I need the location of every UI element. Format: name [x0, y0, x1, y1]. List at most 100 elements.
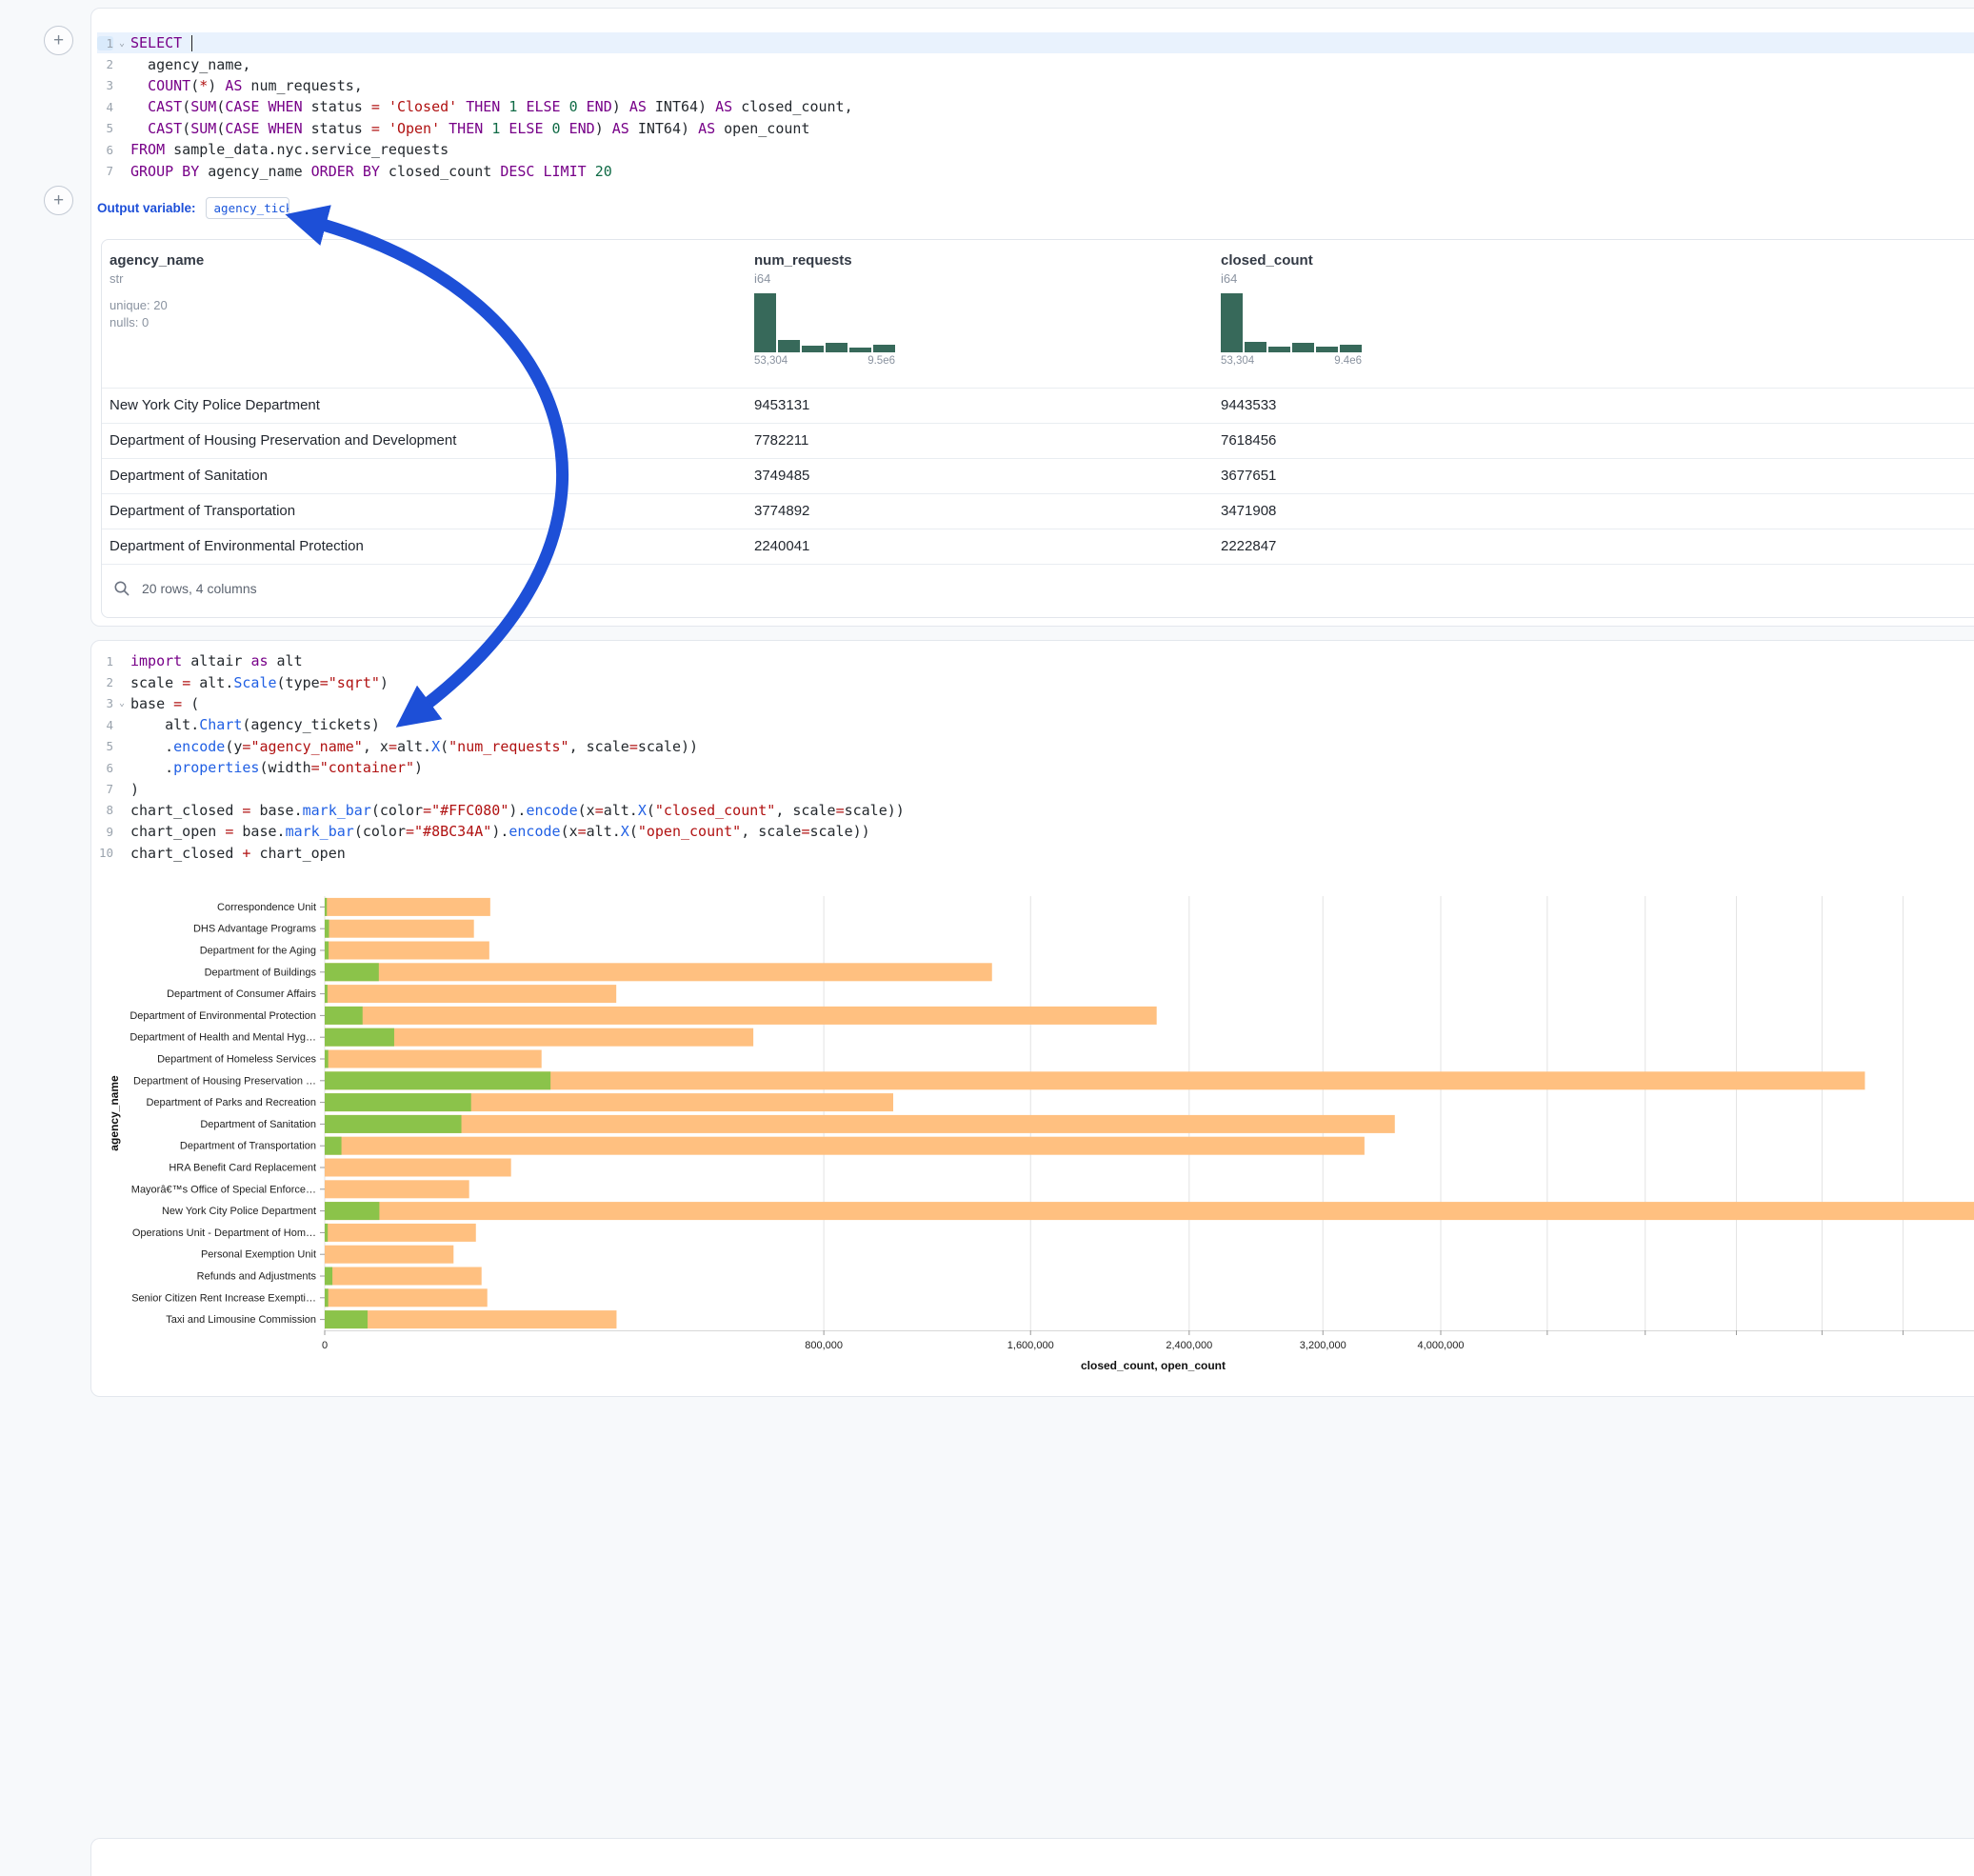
table-cell: 3774892 [754, 503, 1221, 519]
column-dtype: i64 [754, 271, 1221, 286]
line-number: 4 [97, 100, 113, 114]
bar-closed [325, 942, 489, 960]
table-row: Department of Sanitation37494853677651 [102, 458, 1974, 493]
code-line[interactable]: 1⌄SELECT [97, 32, 1974, 53]
code-line[interactable]: 1import altair as alt [97, 650, 1974, 671]
histogram-bar [1292, 343, 1314, 351]
code-text: GROUP BY agency_name ORDER BY closed_cou… [130, 163, 612, 180]
code-line[interactable]: 2 agency_name, [97, 53, 1974, 74]
histogram-bar [778, 340, 800, 351]
chevron-down-icon[interactable]: ⌄ [113, 698, 130, 708]
bar-open [325, 1028, 394, 1047]
bar-closed [325, 1202, 1974, 1220]
histogram-range: 53,304 9.4e6 [1221, 355, 1362, 367]
bar-open [325, 1071, 550, 1089]
y-axis-title: agency_name [108, 1075, 121, 1151]
code-text: chart_closed = base.mark_bar(color="#FFC… [130, 802, 905, 819]
y-tick-label: Mayorâ€™s Office of Special Enforce… [131, 1184, 316, 1195]
x-tick-label: 0 [322, 1340, 328, 1351]
histogram-bar [1268, 347, 1290, 352]
chevron-down-icon[interactable]: ⌄ [113, 38, 130, 49]
code-line[interactable]: 9chart_open = base.mark_bar(color="#8BC3… [97, 821, 1974, 842]
sql-editor[interactable]: 1⌄SELECT 2 agency_name,3 COUNT(*) AS num… [91, 9, 1974, 182]
table-cell: 7618456 [1221, 432, 1974, 449]
code-line[interactable]: 3⌄base = ( [97, 693, 1974, 714]
code-line[interactable]: 6 .properties(width="container") [97, 757, 1974, 778]
line-number: 2 [97, 57, 113, 71]
histogram-bar [1221, 293, 1243, 352]
code-line[interactable]: 8 chart_closed = base.mark_bar(color="#FF… [97, 800, 1974, 821]
table-cell: 3677651 [1221, 468, 1974, 484]
table-cell: 2222847 [1221, 538, 1974, 554]
code-line[interactable]: 3 COUNT(*) AS num_requests, [97, 75, 1974, 96]
output-variable-chip[interactable]: agency_tickets [206, 197, 289, 219]
bar-open [325, 1050, 329, 1068]
code-line[interactable]: 6FROM sample_data.nyc.service_requests [97, 139, 1974, 160]
python-editor[interactable]: 1import altair as alt2scale = alt.Scale(… [91, 641, 1974, 864]
code-line[interactable]: 2scale = alt.Scale(type="sqrt") [97, 671, 1974, 692]
code-line[interactable]: 5 .encode(y="agency_name", x=alt.X("num_… [97, 736, 1974, 757]
table-cell: 3471908 [1221, 503, 1974, 519]
row-count-summary: 20 rows, 4 columns [142, 581, 257, 596]
search-icon[interactable] [113, 580, 130, 597]
table-row: Department of Environmental Protection22… [102, 529, 1974, 564]
code-line[interactable]: 10chart_closed + chart_open [97, 843, 1974, 864]
bar-open [325, 1093, 471, 1111]
output-variable-row: Output variable: agency_tickets [97, 197, 1974, 220]
bar-open [325, 1137, 342, 1155]
code-text: SELECT [130, 34, 192, 51]
null-count: nulls: 0 [110, 314, 754, 331]
table-cell: 2240041 [754, 538, 1221, 554]
table-cell: Department of Sanitation [110, 468, 754, 484]
table-cell: Department of Housing Preservation and D… [110, 432, 754, 449]
add-cell-button[interactable]: + [44, 26, 73, 55]
code-line[interactable]: 7 GROUP BY agency_name ORDER BY closed_co… [97, 160, 1974, 181]
bar-open [325, 1288, 329, 1307]
line-number: 5 [97, 739, 113, 753]
table-cell: 7782211 [754, 432, 1221, 449]
python-cell: 1import altair as alt2scale = alt.Scale(… [90, 640, 1974, 1397]
column-dtype: i64 [1221, 271, 1974, 286]
code-line[interactable]: 4 CAST(SUM(CASE WHEN status = 'Closed' T… [97, 96, 1974, 117]
bar-open [325, 985, 328, 1003]
y-tick-label: Department of Health and Mental Hyg… [130, 1032, 316, 1044]
table-footer: 20 rows, 4 columns [102, 565, 1974, 597]
bar-closed [325, 898, 490, 916]
x-axis-title: closed_count, open_count [1081, 1359, 1226, 1372]
hist-max: 9.4e6 [1334, 355, 1362, 367]
line-number: 7 [97, 164, 113, 178]
y-tick-label: Department of Sanitation [200, 1119, 316, 1130]
column-header-closed-count[interactable]: closed_count i64 53,304 9.4e6 [1221, 252, 1974, 388]
line-number: 1 [97, 36, 113, 50]
line-number: 8 [97, 803, 113, 817]
y-tick-label: Department of Consumer Affairs [167, 988, 316, 1000]
column-header-agency-name[interactable]: agency_name str unique: 20 nulls: 0 [110, 252, 754, 388]
y-tick-label: Department of Environmental Protection [130, 1010, 316, 1022]
code-text: .encode(y="agency_name", x=alt.X("num_re… [130, 738, 698, 755]
code-line[interactable]: 4 alt.Chart(agency_tickets) [97, 714, 1974, 735]
code-text: base = ( [130, 695, 199, 712]
code-line[interactable]: 5 CAST(SUM(CASE WHEN status = 'Open' THE… [97, 118, 1974, 139]
histogram-bar [1340, 345, 1362, 351]
add-cell-button[interactable]: + [44, 186, 73, 215]
code-line[interactable]: 7) [97, 778, 1974, 799]
y-tick-label: Department of Homeless Services [157, 1054, 316, 1066]
table-cell: 9453131 [754, 397, 1221, 413]
column-header-num-requests[interactable]: num_requests i64 53,304 9.5e6 [754, 252, 1221, 388]
bar-closed [325, 1310, 616, 1328]
next-cell-partial [90, 1838, 1974, 1876]
table-cell: 3749485 [754, 468, 1221, 484]
bar-open [325, 963, 379, 981]
bar-open [325, 1007, 363, 1025]
y-tick-label: Taxi and Limousine Commission [166, 1314, 316, 1326]
histogram-bar [826, 343, 847, 352]
bar-closed [325, 920, 474, 938]
bar-closed [325, 963, 992, 981]
column-histogram [1221, 293, 1362, 352]
line-number: 9 [97, 825, 113, 839]
bar-open [325, 898, 327, 916]
bar-closed [325, 1246, 453, 1264]
histogram-bar [754, 293, 776, 352]
line-number: 7 [97, 782, 113, 796]
code-text: COUNT(*) AS num_requests, [130, 77, 363, 94]
